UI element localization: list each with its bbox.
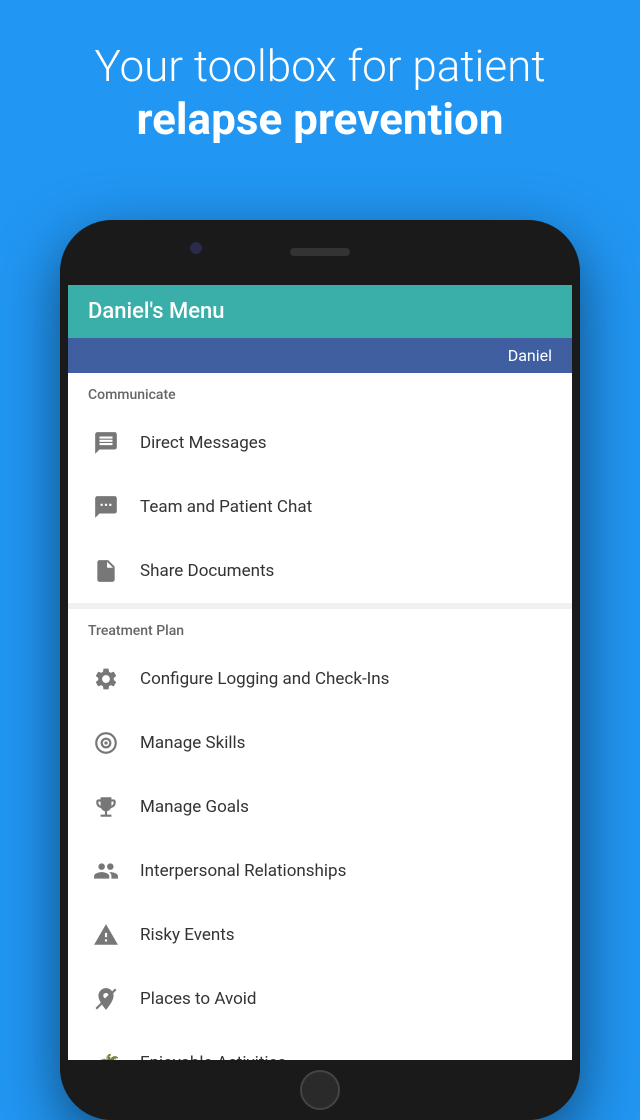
app-user-name: Daniel (508, 346, 552, 365)
configure-logging-label: Configure Logging and Check-Ins (140, 669, 389, 689)
menu-item-manage-skills[interactable]: Manage Skills (68, 711, 572, 775)
menu-item-team-patient-chat[interactable]: Team and Patient Chat (68, 475, 572, 539)
menu-item-places-to-avoid[interactable]: Places to Avoid (68, 967, 572, 1031)
menu-item-share-documents[interactable]: Share Documents (68, 539, 572, 603)
menu-item-manage-goals[interactable]: Manage Goals (68, 775, 572, 839)
hero-line1: Your toolbox for patient (95, 40, 546, 92)
menu-item-interpersonal[interactable]: Interpersonal Relationships (68, 839, 572, 903)
menu-item-direct-messages[interactable]: Direct Messages (68, 411, 572, 475)
risky-events-icon (88, 917, 124, 953)
share-documents-icon (88, 553, 124, 589)
interpersonal-icon (88, 853, 124, 889)
share-documents-label: Share Documents (140, 561, 274, 581)
menu-item-risky-events[interactable]: Risky Events (68, 903, 572, 967)
svg-text:🌴: 🌴 (96, 1053, 119, 1060)
hero-line2: relapse prevention (136, 93, 503, 145)
phone-bottom (60, 1060, 580, 1120)
phone-top-bar (60, 220, 580, 285)
menu-content[interactable]: Communicate Direct Messages (68, 373, 572, 1060)
configure-logging-icon (88, 661, 124, 697)
manage-goals-label: Manage Goals (140, 797, 249, 817)
places-to-avoid-label: Places to Avoid (140, 989, 257, 1009)
phone-screen: Daniel's Menu Daniel Communicate Direct … (68, 285, 572, 1060)
direct-messages-label: Direct Messages (140, 433, 267, 453)
menu-item-enjoyable-activities[interactable]: 🌴 Enjoyable Activities (68, 1031, 572, 1060)
menu-item-configure-logging[interactable]: Configure Logging and Check-Ins (68, 647, 572, 711)
app-header: Daniel's Menu (68, 285, 572, 338)
treatment-section-header: Treatment Plan (68, 609, 572, 647)
communicate-section-header: Communicate (68, 373, 572, 411)
app-user-bar: Daniel (68, 338, 572, 373)
team-patient-chat-label: Team and Patient Chat (140, 497, 312, 517)
team-patient-chat-icon (88, 489, 124, 525)
hero-section: Your toolbox for patient relapse prevent… (0, 0, 640, 166)
manage-skills-icon (88, 725, 124, 761)
phone-speaker (290, 248, 350, 256)
app-header-title: Daniel's Menu (88, 299, 552, 324)
enjoyable-activities-icon: 🌴 (88, 1045, 124, 1060)
manage-skills-label: Manage Skills (140, 733, 245, 753)
phone-shell: Daniel's Menu Daniel Communicate Direct … (60, 220, 580, 1120)
phone-home-button[interactable] (300, 1070, 340, 1110)
phone-camera (190, 242, 202, 254)
phone-container: Daniel's Menu Daniel Communicate Direct … (60, 220, 580, 1120)
manage-goals-icon (88, 789, 124, 825)
places-to-avoid-icon (88, 981, 124, 1017)
risky-events-label: Risky Events (140, 925, 235, 945)
enjoyable-activities-label: Enjoyable Activities (140, 1053, 286, 1060)
interpersonal-label: Interpersonal Relationships (140, 861, 346, 881)
direct-messages-icon (88, 425, 124, 461)
